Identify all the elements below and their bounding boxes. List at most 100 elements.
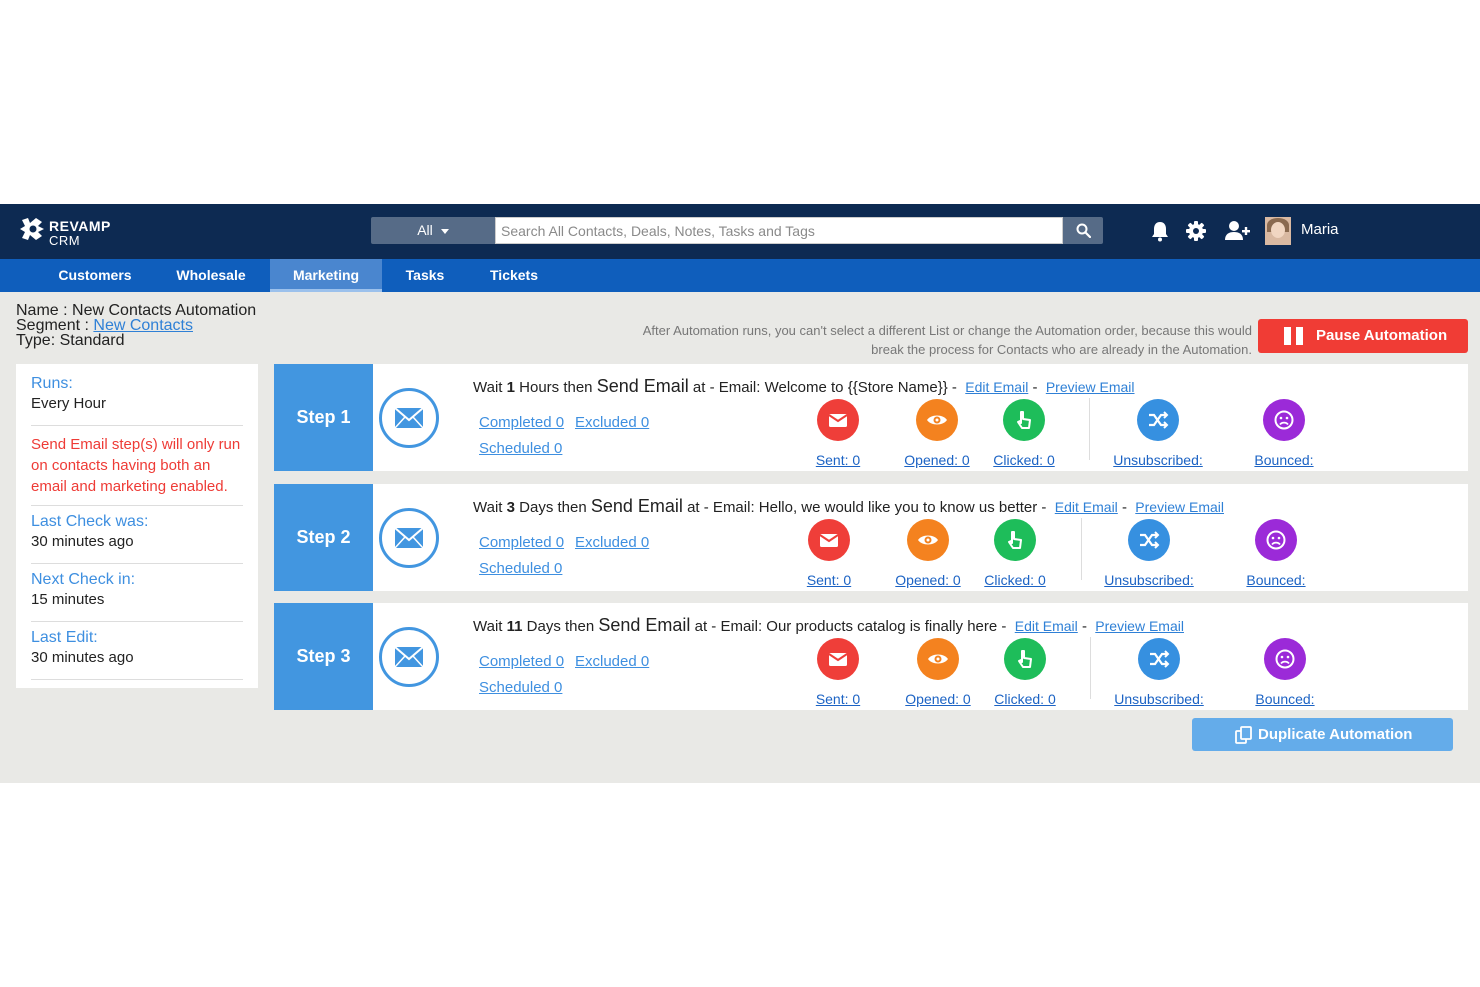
step-header: Wait 11 Days then Send Email at - Email:… (473, 615, 1184, 635)
step-card: Step 1 Wait 1 Hours then Send Email at -… (274, 364, 1468, 471)
automation-notice: After Automation runs, you can't select … (642, 323, 1252, 357)
wait-unit: Days then (526, 618, 595, 635)
search-button[interactable] (1063, 217, 1103, 244)
envelope-icon (379, 388, 439, 448)
completed-link[interactable]: Completed 0 (479, 653, 564, 670)
completed-link[interactable]: Completed 0 (479, 534, 564, 551)
unsubscribed-stat[interactable]: Unsubscribed: (1103, 399, 1213, 468)
next-check-block: Next Check in: 15 minutes (31, 571, 243, 622)
logo-mark-icon (20, 218, 44, 240)
last-edit-block: Last Edit: 30 minutes ago (31, 629, 243, 680)
next-check-title: Next Check in: (31, 571, 136, 588)
wait-prefix: Wait (473, 499, 503, 516)
stat-divider (1089, 398, 1090, 460)
edit-email-link[interactable]: Edit Email (965, 379, 1028, 395)
user-name[interactable]: Maria (1301, 221, 1339, 238)
email-warning: Send Email step(s) will only run on cont… (31, 436, 241, 495)
avatar[interactable] (1265, 217, 1291, 245)
completed-link[interactable]: Completed 0 (479, 414, 564, 431)
nav-item-customers[interactable]: Customers (40, 259, 150, 292)
pointer-icon (1004, 638, 1046, 680)
envelope-icon (379, 508, 439, 568)
edit-email-link[interactable]: Edit Email (1015, 618, 1078, 634)
nav-item-tasks[interactable]: Tasks (390, 259, 460, 292)
clicked-stat[interactable]: Clicked: 0 (970, 638, 1080, 707)
last-edit-title: Last Edit: (31, 629, 98, 646)
sent-label: Sent: 0 (806, 572, 852, 588)
scheduled-link[interactable]: Scheduled 0 (479, 679, 562, 696)
step-label: Step 3 (274, 603, 373, 710)
unsubscribed-label: Unsubscribed: (1104, 572, 1194, 588)
bell-icon[interactable] (1148, 219, 1172, 243)
revamp-crm-logo[interactable]: REVAMP CRM (18, 214, 128, 248)
envelope-icon (379, 627, 439, 687)
edit-email-link[interactable]: Edit Email (1055, 499, 1118, 515)
excluded-link[interactable]: Excluded 0 (575, 653, 649, 670)
global-search: All (371, 217, 1103, 244)
unsubscribed-stat[interactable]: Unsubscribed: (1104, 638, 1214, 707)
bounced-stat[interactable]: Bounced: (1229, 399, 1339, 468)
duplicate-automation-label: Duplicate Automation (1258, 726, 1413, 743)
gear-icon[interactable] (1184, 219, 1208, 243)
logo-text-bottom: CRM (49, 233, 81, 248)
wait-unit: Hours then (519, 379, 593, 396)
excluded-link[interactable]: Excluded 0 (575, 534, 649, 551)
wait-prefix: Wait (473, 379, 503, 396)
sad-face-icon (1255, 519, 1297, 561)
wait-amount: 3 (506, 499, 515, 516)
sent-stat[interactable]: Sent: 0 (783, 638, 893, 707)
sent-stat[interactable]: Sent: 0 (774, 519, 884, 588)
step-action: Send Email (590, 496, 683, 516)
pause-automation-button[interactable]: Pause Automation (1258, 319, 1468, 353)
wait-amount: 1 (506, 379, 515, 396)
main-nav: Customers Wholesale Marketing Tasks Tick… (0, 259, 1480, 292)
step-card: Step 3 Wait 11 Days then Send Email at -… (274, 603, 1468, 710)
add-user-icon[interactable] (1224, 219, 1250, 243)
shuffle-icon (1138, 638, 1180, 680)
excluded-link[interactable]: Excluded 0 (575, 414, 649, 431)
preview-email-link[interactable]: Preview Email (1046, 379, 1135, 395)
automation-meta: Name : New Contacts Automation Segment :… (16, 303, 256, 349)
bounced-label: Bounced: (1254, 452, 1314, 468)
preview-email-link[interactable]: Preview Email (1135, 499, 1224, 515)
bounced-label: Bounced: (1246, 572, 1306, 588)
envelope-icon (817, 399, 859, 441)
clicked-stat[interactable]: Clicked: 0 (969, 399, 1079, 468)
eye-icon (907, 519, 949, 561)
shuffle-icon (1137, 399, 1179, 441)
nav-item-tickets[interactable]: Tickets (474, 259, 554, 292)
stat-divider (1090, 637, 1091, 699)
automation-sidebar: Runs: Every Hour Send Email step(s) will… (16, 364, 258, 688)
search-filter-dropdown[interactable]: All (371, 217, 495, 244)
sad-face-icon (1263, 399, 1305, 441)
last-edit-value: 30 minutes ago (31, 649, 134, 666)
nav-item-marketing[interactable]: Marketing (270, 259, 382, 292)
step-header: Wait 3 Days then Send Email at - Email: … (473, 496, 1224, 516)
copy-icon (1235, 726, 1252, 744)
last-check-block: Last Check was: 30 minutes ago (31, 513, 243, 564)
clicked-label: Clicked: 0 (984, 572, 1046, 588)
clicked-stat[interactable]: Clicked: 0 (960, 519, 1070, 588)
search-icon (1076, 223, 1091, 238)
automation-content: Name : New Contacts Automation Segment :… (0, 292, 1480, 783)
unsubscribed-stat[interactable]: Unsubscribed: (1094, 519, 1204, 588)
scheduled-link[interactable]: Scheduled 0 (479, 560, 562, 577)
duplicate-automation-button[interactable]: Duplicate Automation (1192, 718, 1453, 751)
envelope-icon (817, 638, 859, 680)
scheduled-link[interactable]: Scheduled 0 (479, 440, 562, 457)
bounced-stat[interactable]: Bounced: (1230, 638, 1340, 707)
unsubscribed-label: Unsubscribed: (1114, 691, 1204, 707)
nav-item-wholesale[interactable]: Wholesale (160, 259, 262, 292)
email-subject: at - Email: Welcome to {{Store Name}} - (692, 379, 957, 396)
bounced-stat[interactable]: Bounced: (1221, 519, 1331, 588)
type-label: Type: (16, 332, 56, 349)
warning-block: Send Email step(s) will only run on cont… (31, 434, 243, 506)
search-input[interactable] (495, 217, 1063, 244)
email-subject: at - Email: Our products catalog is fina… (694, 618, 1007, 635)
unsubscribed-label: Unsubscribed: (1113, 452, 1203, 468)
preview-email-link[interactable]: Preview Email (1095, 618, 1184, 634)
pause-automation-label: Pause Automation (1316, 327, 1448, 344)
top-bar: REVAMP CRM All Search All Contacts, Deal… (0, 204, 1480, 259)
runs-title: Runs: (31, 375, 73, 392)
sent-stat[interactable]: Sent: 0 (783, 399, 893, 468)
